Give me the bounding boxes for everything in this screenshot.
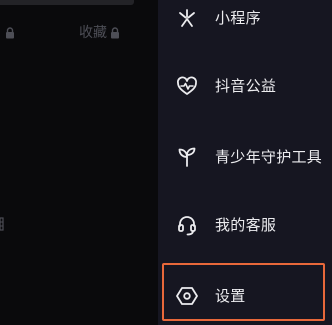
headset-icon (176, 214, 198, 236)
settings-highlight-box (162, 263, 325, 321)
menu-item-label: 我的客服 (215, 216, 277, 234)
partial-icon (0, 217, 4, 231)
profile-tab-favorites[interactable]: 收藏 (79, 26, 120, 40)
menu-item-youth-protection[interactable]: 青少年守护工具 (158, 135, 332, 179)
lock-icon (111, 27, 119, 39)
heart-pulse-icon (176, 75, 198, 97)
mini-program-icon (176, 7, 198, 29)
lock-icon (6, 27, 14, 39)
sprout-icon (176, 146, 198, 168)
menu-item-label: 抖音公益 (215, 77, 277, 95)
profile-tab-private[interactable] (2, 26, 15, 40)
profile-tab-underline (0, 0, 134, 5)
menu-item-label: 小程序 (215, 9, 261, 27)
menu-item-customer-service[interactable]: 我的客服 (158, 203, 332, 247)
menu-item-mini-program[interactable]: 小程序 (158, 0, 332, 40)
profile-tab-favorites-label: 收藏 (79, 25, 107, 41)
screen: 收藏 小程序 抖音公益 青少年守护工具 我的客服 设置 (0, 0, 332, 325)
menu-item-charity[interactable]: 抖音公益 (158, 64, 332, 108)
profile-page-backdrop[interactable]: 收藏 (0, 0, 158, 325)
menu-item-label: 青少年守护工具 (215, 148, 323, 166)
